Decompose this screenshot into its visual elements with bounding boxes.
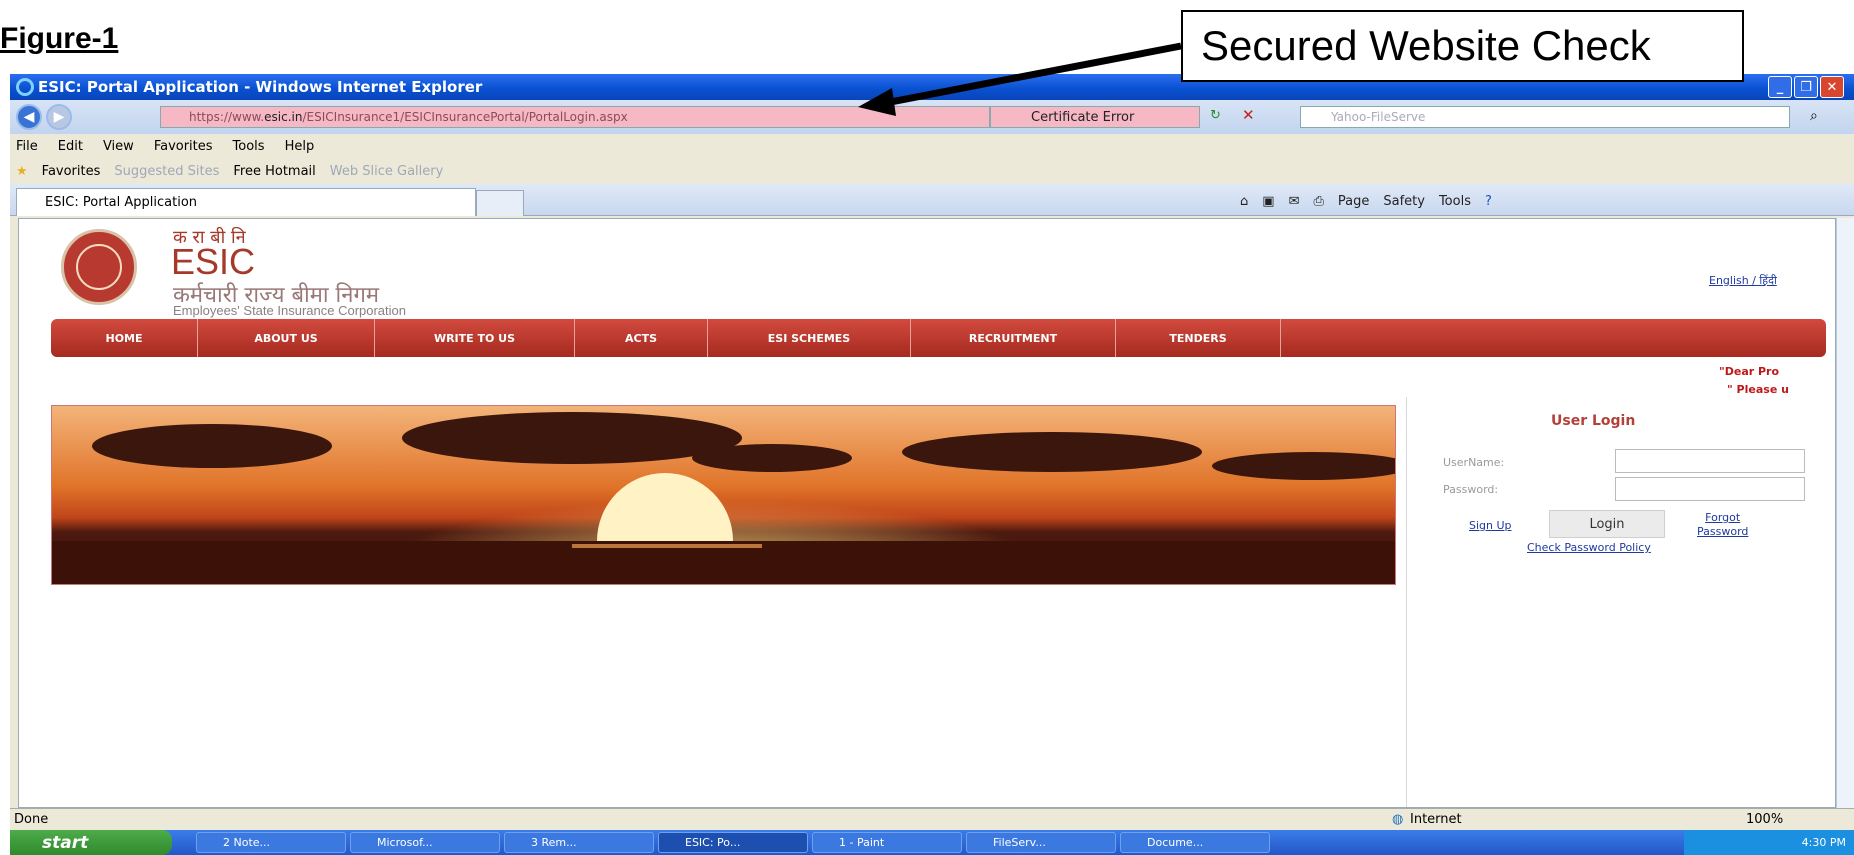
callout-arrow: [858, 42, 1182, 116]
